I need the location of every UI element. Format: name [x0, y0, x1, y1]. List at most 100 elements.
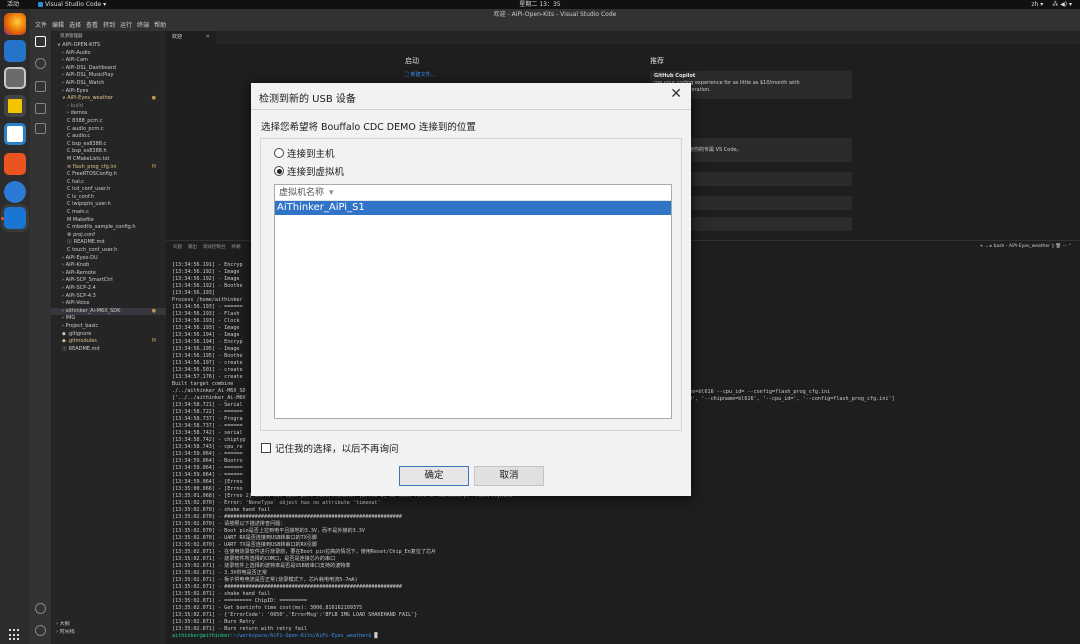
tree-item[interactable]: › AiPi-DSL_MusicPlay: [51, 72, 166, 80]
menu-terminal[interactable]: 终端: [137, 20, 149, 31]
software-center-icon[interactable]: [4, 153, 26, 175]
menu-run[interactable]: 运行: [120, 20, 132, 31]
help-icon[interactable]: [4, 181, 26, 203]
tree-item[interactable]: ⚙ proj.conf: [51, 232, 166, 240]
new-file-label: 新建文件...: [410, 72, 436, 78]
tree-item-label: ∨ AiPi-Eyes_weather: [62, 95, 113, 102]
extensions-icon[interactable]: [35, 123, 46, 134]
tree-item[interactable]: › build: [51, 103, 166, 111]
clock[interactable]: 星期二 13：35: [0, 0, 1080, 9]
cancel-button[interactable]: 取消: [474, 466, 544, 486]
tree-item[interactable]: › AiPi-DSL_Dashboard: [51, 65, 166, 73]
connect-vm-radio[interactable]: 连接到虚拟机: [274, 164, 344, 178]
tree-item[interactable]: › AiPi-SCP-2.4: [51, 285, 166, 293]
tree-item-label: C main.c: [67, 209, 89, 216]
tree-item[interactable]: C lcd_conf_user.h: [51, 186, 166, 194]
tree-item[interactable]: C audio.c: [51, 133, 166, 141]
menu-help[interactable]: 帮助: [154, 20, 166, 31]
tree-item[interactable]: C 8388_pcm.c: [51, 118, 166, 126]
tree-item[interactable]: › AiPi-Eyes-DU: [51, 255, 166, 263]
menu-file[interactable]: 文件: [35, 20, 47, 31]
close-tab-icon[interactable]: ✕: [206, 31, 210, 44]
run-debug-icon[interactable]: [35, 103, 46, 114]
tree-item[interactable]: › AiPi-Remote: [51, 270, 166, 278]
connect-host-radio[interactable]: 连接到主机: [274, 146, 335, 160]
tree-item[interactable]: › AiPi-SCP_SmartCtrl: [51, 277, 166, 285]
system-tray[interactable]: zh ▾ ⁂ ◀) ▾: [1031, 0, 1072, 9]
tree-item[interactable]: › aithinker_Ai-M6X_SDK ●: [51, 307, 166, 316]
desktop: 活动 Visual Studio Code ▾ 星期二 13：35 zh ▾ ⁂ …: [0, 0, 1080, 644]
tree-item[interactable]: › AiPi-SCP-4.3: [51, 293, 166, 301]
tree-item[interactable]: C lv_conf.h: [51, 194, 166, 202]
checkbox-icon: [261, 443, 271, 453]
git-status-badge: ●: [151, 307, 156, 314]
tree-item[interactable]: C lwipopts_user.h: [51, 201, 166, 209]
start-heading: 启动: [405, 57, 419, 65]
tree-item[interactable]: › AiPi-Eyes: [51, 88, 166, 96]
tree-item[interactable]: M Makefile: [51, 217, 166, 225]
gear-icon[interactable]: [35, 625, 46, 636]
outline-section[interactable]: › 大纲: [51, 621, 166, 629]
tree-item[interactable]: C mbedtls_sample_config.h: [51, 224, 166, 232]
rhythmbox-icon[interactable]: [4, 95, 26, 117]
tree-item[interactable]: C bsp_es8388.c: [51, 141, 166, 149]
tree-item-label: M CMakeLists.txt: [67, 155, 110, 162]
tree-item[interactable]: › Project_basic: [51, 323, 166, 331]
tab-debug-console[interactable]: 调试控制台: [203, 244, 226, 250]
tree-item[interactable]: ≡ flash_prog_cfg.ini M: [51, 164, 166, 172]
terminal-toolbar[interactable]: + ⌄ ▸ bash - AiPi-Eyes_weather ▯ 🗑 ··· ⌃: [980, 244, 1073, 249]
ok-button[interactable]: 确定: [399, 466, 469, 486]
close-icon[interactable]: ✕: [670, 86, 682, 102]
tree-item[interactable]: ◆ .gitignore: [51, 331, 166, 339]
tree-item[interactable]: › AiPi-DSL_Watch: [51, 80, 166, 88]
menu-go[interactable]: 转到: [103, 20, 115, 31]
menu-selection[interactable]: 选择: [69, 20, 81, 31]
remember-checkbox[interactable]: 记住我的选择，以后不再询问: [261, 441, 399, 455]
menu-view[interactable]: 查看: [86, 20, 98, 31]
explorer-icon[interactable]: [35, 36, 46, 47]
source-control-icon[interactable]: [35, 81, 46, 92]
search-icon[interactable]: [35, 58, 46, 69]
tree-item[interactable]: › IMG: [51, 315, 166, 323]
menu-edit[interactable]: 编辑: [52, 20, 64, 31]
tree-item[interactable]: › AiPi-Voice: [51, 300, 166, 308]
tree-item[interactable]: C audio_pcm.c: [51, 126, 166, 134]
tree-item[interactable]: › demos: [51, 110, 166, 118]
dock: [0, 9, 30, 644]
files-icon[interactable]: [4, 67, 26, 89]
tree-item[interactable]: ∨ AIPI-OPEN-KITS: [51, 42, 166, 50]
show-applications-icon[interactable]: [9, 629, 21, 641]
firefox-icon[interactable]: [4, 13, 26, 35]
tree-item[interactable]: ⓘ README.md: [51, 239, 166, 247]
thunderbird-icon[interactable]: [4, 40, 26, 62]
input-method-indicator[interactable]: zh ▾: [1031, 0, 1043, 9]
tree-item[interactable]: C bsp_es8388.h: [51, 148, 166, 156]
tree-item-label: ◆ .gitignore: [62, 330, 92, 337]
tree-item[interactable]: C hal.c: [51, 179, 166, 187]
tree-item[interactable]: C FreeRTOSConfig.h: [51, 171, 166, 179]
vm-row-selected[interactable]: AiThinker_AiPi_S1: [275, 201, 671, 215]
tree-item[interactable]: › AiPi-Cam: [51, 57, 166, 65]
tree-item[interactable]: › AiPi-Knob: [51, 262, 166, 270]
tree-item-label: C lcd_conf_user.h: [67, 186, 111, 193]
account-icon[interactable]: [35, 603, 46, 614]
tree-item[interactable]: C touch_conf_user.h: [51, 247, 166, 255]
tab-problems[interactable]: 问题: [173, 244, 182, 250]
tree-item[interactable]: ∨ AiPi-Eyes_weather ●: [51, 95, 166, 103]
new-file-link[interactable]: 🗋 新建文件...: [405, 71, 435, 80]
system-status-icons[interactable]: ⁂ ◀) ▾: [1052, 0, 1072, 9]
timeline-section[interactable]: › 时间线: [51, 629, 166, 637]
tree-item[interactable]: ◆ .gitmodules M: [51, 338, 166, 346]
writer-icon[interactable]: [4, 123, 26, 145]
tree-item[interactable]: › AiPi-Audio: [51, 50, 166, 58]
explorer-header: 资源管理器: [60, 34, 83, 39]
vscode-dock-icon[interactable]: [4, 207, 26, 229]
tab-output[interactable]: 输出: [188, 244, 197, 250]
tree-item[interactable]: ⓘ README.md: [51, 346, 166, 354]
tree-item[interactable]: C main.c: [51, 209, 166, 217]
vm-list-header[interactable]: 虚拟机名称 ▾: [275, 185, 671, 201]
tab-welcome[interactable]: 欢迎 ✕: [166, 31, 216, 44]
vm-list[interactable]: 虚拟机名称 ▾ AiThinker_AiPi_S1: [274, 184, 672, 419]
tree-item[interactable]: M CMakeLists.txt: [51, 156, 166, 164]
tab-terminal[interactable]: 终端: [232, 244, 241, 250]
